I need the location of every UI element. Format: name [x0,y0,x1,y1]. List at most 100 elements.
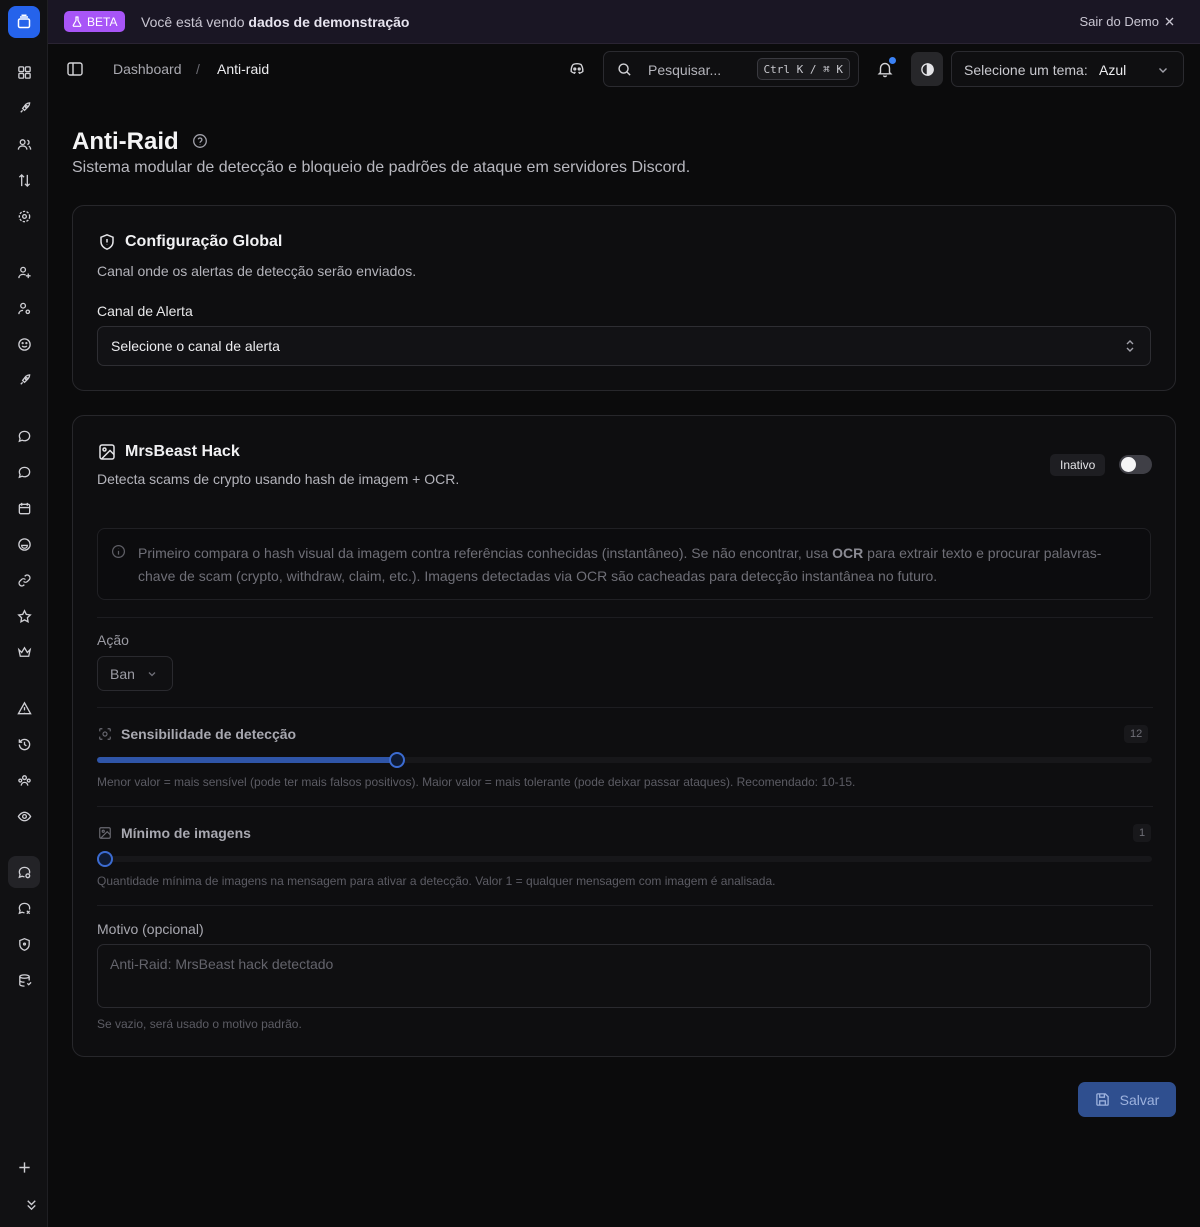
search-icon [618,63,631,76]
info-icon [111,544,126,559]
page-subtitle: Sistema modular de detecção e bloqueio d… [72,159,691,176]
rocket-icon[interactable] [12,368,36,392]
rocket-icon[interactable] [12,96,36,120]
info-text-bold: OCR [832,545,864,561]
save-button[interactable]: Salvar [1078,1082,1176,1117]
global-config-card: Configuração Global Canal onde os alerta… [72,205,1176,391]
search-shortcut: Ctrl K / ⌘ K [756,58,850,80]
message-x-icon[interactable] [12,896,36,920]
theme-select[interactable]: Selecione um tema: Azul [951,51,1184,87]
min-images-help: Quantidade mínima de imagens na mensagem… [97,874,776,888]
calendar-icon[interactable] [12,496,36,520]
dashboard-icon[interactable] [12,60,36,84]
status-badge: Inativo [1050,454,1106,476]
sidebar-toggle-icon[interactable] [66,60,84,78]
app-logo[interactable] [8,6,40,38]
message-icon[interactable] [12,460,36,484]
divider [97,806,1153,807]
smile-icon[interactable] [12,332,36,356]
min-images-label: Mínimo de imagens [121,825,251,841]
notification-dot [889,57,896,64]
sensitivity-slider-thumb[interactable] [389,752,405,768]
reason-label: Motivo (opcional) [97,921,204,937]
info-text-part1: Primeiro compara o hash visual da imagem… [138,545,833,561]
demo-banner: BETA Você está vendo dados de demonstraç… [48,0,1200,44]
action-select[interactable]: Ban [97,656,173,691]
alert-channel-placeholder: Selecione o canal de alerta [111,338,280,354]
action-label: Ação [97,632,129,648]
breadcrumb-current: Anti-raid [217,61,270,77]
theme-select-label: Selecione um tema: [964,62,1088,78]
exit-demo-button[interactable]: Sair do Demo [1080,14,1174,29]
shield-icon[interactable] [12,932,36,956]
mrsbeast-hack-card: MrsBeast Hack Detecta scams de crypto us… [72,415,1176,1057]
info-box: Primeiro compara o hash visual da imagem… [97,528,1151,600]
min-images-value: 1 [1133,824,1152,842]
breadcrumb-separator: / [196,61,200,77]
link-icon[interactable] [12,568,36,592]
theme-select-value: Azul [1099,62,1127,78]
info-text: Primeiro compara o hash visual da imagem… [138,542,1138,588]
beta-label: BETA [87,14,118,29]
sensitivity-slider-fill [97,757,397,763]
history-icon[interactable] [12,732,36,756]
exit-demo-label: Sair do Demo [1079,14,1159,29]
reason-placeholder: Anti-Raid: MrsBeast hack detectado [110,956,334,972]
divider [97,707,1153,708]
sensitivity-help: Menor valor = mais sensível (pode ter ma… [97,775,856,789]
shield-alert-icon [100,233,114,250]
sidebar [0,0,48,1227]
star-icon[interactable] [12,604,36,628]
global-config-description: Canal onde os alertas de detecção serão … [97,263,417,279]
sensitivity-value: 12 [1124,725,1149,743]
anti-raid-nav-icon[interactable] [8,856,40,888]
alert-channel-label: Canal de Alerta [97,303,193,319]
eye-icon[interactable] [12,804,36,828]
save-icon [1095,1093,1109,1106]
module-title: MrsBeast Hack [125,443,240,460]
reason-help: Se vazio, será usado o motivo padrão. [97,1017,302,1031]
scan-icon [99,728,111,740]
reason-textarea[interactable]: Anti-Raid: MrsBeast hack detectado [97,944,1151,1008]
min-images-slider[interactable] [97,851,1152,867]
save-label: Salvar [1119,1091,1160,1108]
user-plus-icon[interactable] [12,260,36,284]
database-icon[interactable] [12,968,36,992]
image-icon [99,827,111,839]
toggle-knob [1121,457,1136,472]
top-header: Dashboard / Anti-raid Pesquisar... Ctrl … [48,44,1200,94]
demo-notice-bold: dados de demonstração [248,14,410,30]
chevron-down-icon [1159,68,1167,73]
action-value: Ban [110,666,135,682]
plus-icon[interactable] [12,1155,36,1179]
theme-toggle-button[interactable] [911,52,943,86]
flask-icon [72,16,82,27]
sort-arrows-icon[interactable] [12,168,36,192]
chevron-down-icon [148,672,156,677]
message-icon[interactable] [12,424,36,448]
help-icon[interactable] [192,133,208,149]
crown-icon[interactable] [12,640,36,664]
search-box[interactable]: Pesquisar... Ctrl K / ⌘ K [603,51,859,87]
global-config-title: Configuração Global [125,233,283,250]
team-icon[interactable] [12,768,36,792]
demo-notice: Você está vendo dados de demonstração [141,14,409,30]
discord-icon[interactable] [568,61,586,77]
module-enabled-toggle[interactable] [1119,455,1152,474]
settings-icon[interactable] [12,204,36,228]
sensitivity-label: Sensibilidade de detecção [121,726,297,742]
image-icon [99,444,115,460]
users-icon[interactable] [12,132,36,156]
emoji-icon[interactable] [12,532,36,556]
user-cog-icon[interactable] [12,296,36,320]
alert-channel-select[interactable]: Selecione o canal de alerta [97,326,1151,366]
min-images-slider-thumb[interactable] [97,851,113,867]
demo-notice-prefix: Você está vendo [141,14,245,30]
sensitivity-slider[interactable] [97,752,1152,768]
alert-triangle-icon[interactable] [12,696,36,720]
chevrons-down-icon[interactable] [19,1192,43,1216]
beta-badge: BETA [64,11,126,32]
breadcrumb-dashboard[interactable]: Dashboard [113,61,182,77]
contrast-icon [920,62,934,76]
close-icon [1165,17,1174,26]
